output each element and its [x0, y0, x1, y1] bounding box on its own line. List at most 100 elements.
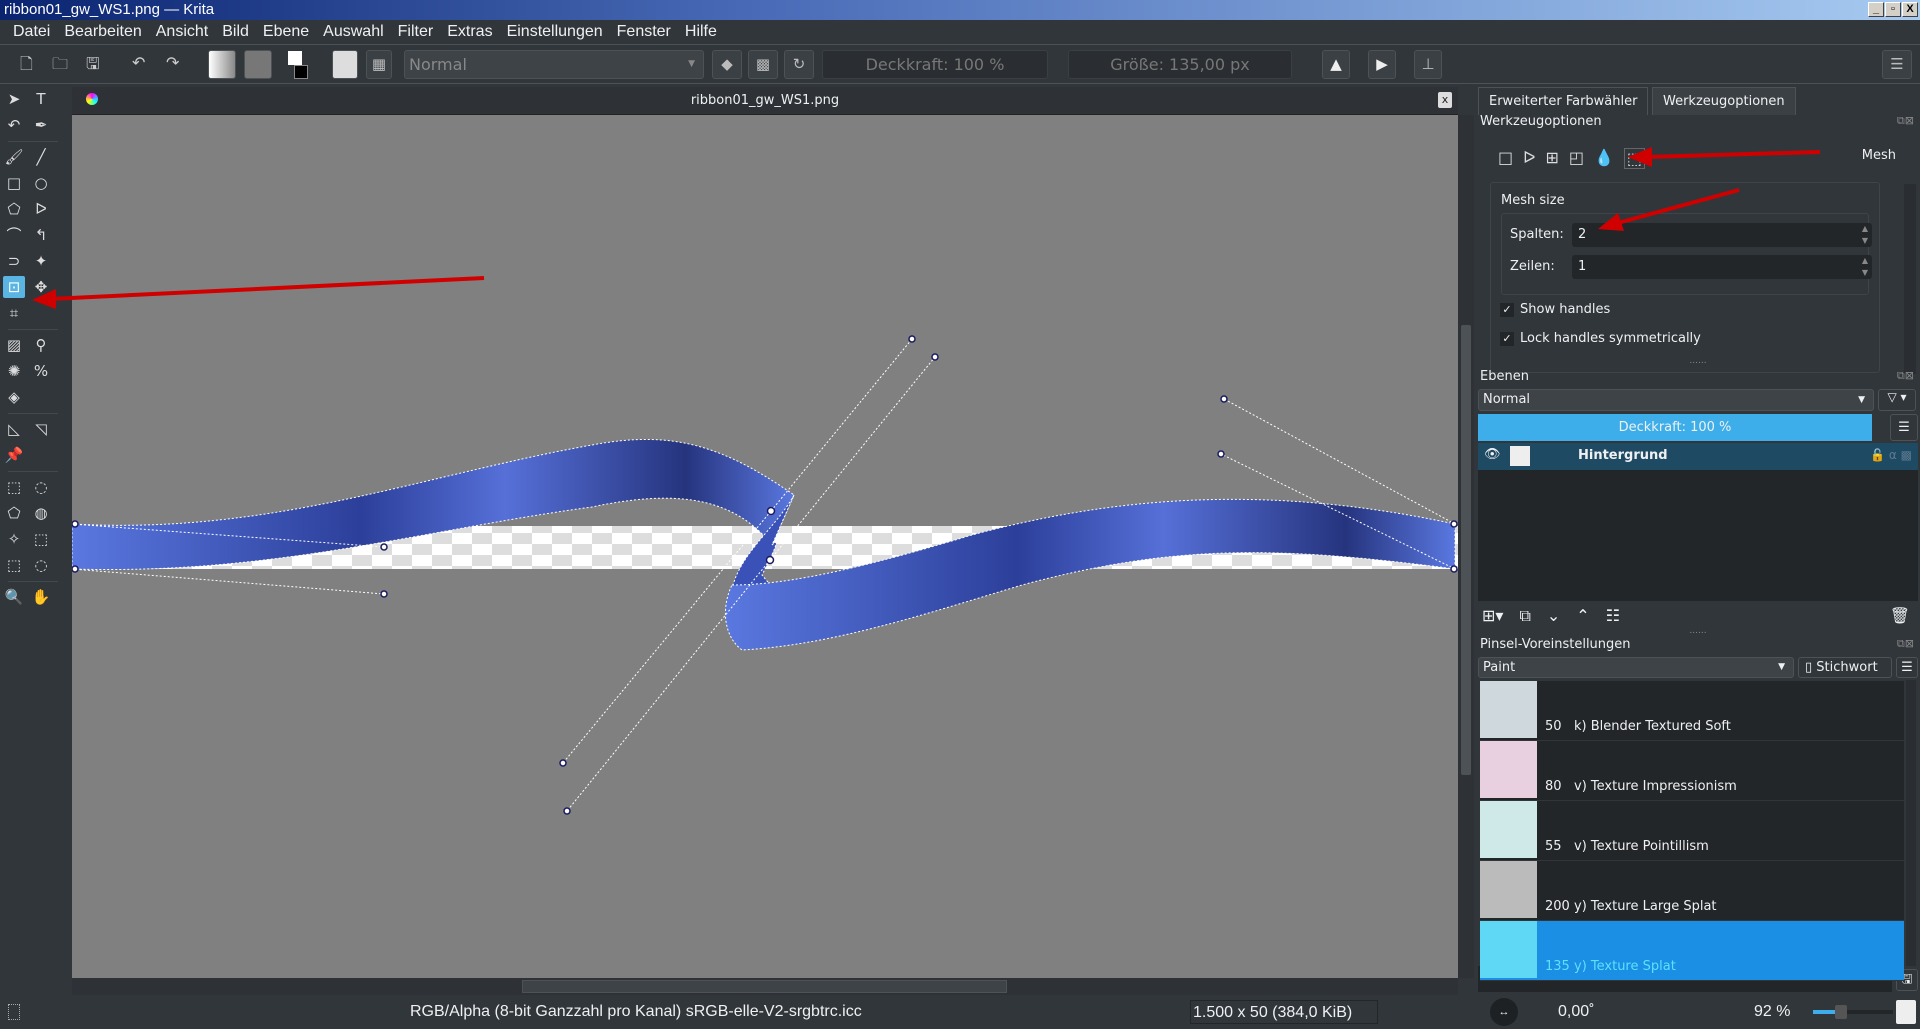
canvas-mode-button[interactable] — [1896, 1000, 1916, 1024]
menu-bearbeiten[interactable]: Bearbeiten — [57, 20, 148, 44]
preset-item[interactable]: 50 k) Blender Textured Soft — [1480, 681, 1904, 741]
edit-shapes-tool-icon[interactable]: ↶ — [3, 114, 25, 136]
size-slider[interactable]: Größe: 135,00 px — [1068, 50, 1292, 79]
minimize-button[interactable]: _ — [1868, 2, 1884, 17]
crop-tool-icon[interactable]: ⌗ — [3, 302, 25, 324]
layer-row-hintergrund[interactable]: 👁 Hintergrund 🔓 α ▩ — [1478, 443, 1918, 470]
select-shapes-tool-icon[interactable]: ➤ — [3, 88, 25, 110]
layer-settings-icon[interactable]: ☷ — [1606, 606, 1620, 626]
columns-spinbox[interactable]: 2 ▲ ▼ — [1572, 223, 1872, 247]
ellipse-tool-icon[interactable]: ○ — [30, 172, 52, 194]
menu-auswahl[interactable]: Auswahl — [316, 20, 390, 44]
preset-filter-select[interactable]: Paint ▼ — [1478, 657, 1794, 678]
text-tool-icon[interactable]: T — [30, 88, 52, 110]
mesh-transform-icon[interactable]: ⬚ — [1623, 148, 1646, 169]
rotation-dial[interactable]: ↔ — [1490, 998, 1518, 1026]
wraparound-button[interactable]: ⊥ — [1414, 50, 1442, 79]
redo-icon[interactable]: ↷ — [166, 53, 179, 72]
vertical-scrollbar[interactable] — [1458, 115, 1474, 978]
new-document-icon[interactable]: 🗋 — [20, 53, 33, 80]
color-picker-tool-icon[interactable]: ⚲ — [30, 334, 52, 356]
menu-einstellungen[interactable]: Einstellungen — [500, 20, 610, 44]
menu-fenster[interactable]: Fenster — [610, 20, 678, 44]
multibrush-tool-icon[interactable]: ✦ — [30, 250, 52, 272]
delete-layer-icon[interactable]: 🗑 — [1890, 606, 1910, 625]
tab-color-selector[interactable]: Erweiterter Farbwähler — [1478, 87, 1649, 115]
ellipse-select-tool-icon[interactable]: ◌ — [30, 476, 52, 498]
tool-options-scrollbar[interactable] — [1904, 184, 1916, 374]
gradient-selector[interactable] — [208, 50, 236, 79]
horizontal-scrollbar[interactable] — [72, 978, 1458, 995]
rows-spinbox[interactable]: 1 ▲ ▼ — [1572, 255, 1872, 279]
horizontal-scroll-thumb[interactable] — [522, 980, 1007, 993]
lock-handles-checkbox[interactable]: ✓ Lock handles symmetrically — [1500, 331, 1701, 346]
mirror-vertical-button[interactable]: ▶ — [1368, 50, 1396, 79]
image-size-info[interactable]: 1.500 x 50 (384,0 KiB) — [1190, 1000, 1378, 1024]
move-down-icon[interactable]: ⌄ — [1547, 606, 1560, 626]
preset-scrollbar[interactable] — [1906, 680, 1916, 966]
polyline-tool-icon[interactable]: ᐅ — [30, 198, 52, 220]
freehand-brush-tool-icon[interactable]: 🖌 — [3, 146, 25, 168]
document-tab[interactable]: ribbon01_gw_WS1.png x — [72, 87, 1458, 115]
maximize-button[interactable]: ▫ — [1885, 2, 1901, 17]
similar-select-tool-icon[interactable]: ⬚ — [30, 528, 52, 550]
zoom-tool-icon[interactable]: 🔍 — [3, 586, 25, 608]
layer-blend-select[interactable]: Normal ▼ — [1478, 389, 1874, 411]
move-tool-icon[interactable]: ✥ — [30, 276, 52, 298]
perspective-icon[interactable]: ᐅ — [1523, 148, 1535, 169]
contiguous-select-tool-icon[interactable]: ✧ — [3, 528, 25, 550]
tab-tool-options[interactable]: Werkzeugoptionen — [1652, 87, 1796, 115]
blend-mode-select[interactable]: Normal ▼ — [404, 50, 704, 79]
assistant-tool-tool-icon[interactable]: ◹ — [30, 418, 52, 440]
move-up-icon[interactable]: ⌃ — [1576, 606, 1589, 626]
fill-tool-icon[interactable]: ◈ — [3, 386, 25, 408]
reference-tool-icon[interactable]: 📌 — [3, 444, 25, 466]
gradient-tool-icon[interactable]: ▨ — [3, 334, 25, 356]
pattern-selector[interactable] — [244, 50, 272, 79]
selection-indicator-icon[interactable] — [8, 1004, 20, 1020]
free-transform-icon[interactable]: □ — [1498, 148, 1513, 169]
close-document-button[interactable]: x — [1438, 92, 1452, 108]
freehand-path-tool-icon[interactable]: ↰ — [30, 224, 52, 246]
bezier-select-tool-icon[interactable]: ⬚ — [3, 554, 25, 576]
open-document-icon[interactable]: 🗀 — [52, 53, 68, 80]
menu-extras[interactable]: Extras — [440, 20, 499, 44]
show-handles-checkbox[interactable]: ✓ Show handles — [1500, 302, 1610, 317]
measure-tool-icon[interactable]: ◺ — [3, 418, 25, 440]
background-color[interactable] — [294, 65, 308, 79]
tag-button[interactable]: ▯ Stichwort — [1798, 657, 1892, 678]
foreground-color[interactable] — [288, 51, 302, 65]
preserve-alpha-button[interactable]: ▩ — [748, 50, 778, 79]
zoom-slider[interactable] — [1813, 1005, 1893, 1019]
layer-properties-button[interactable]: ☰ — [1890, 414, 1918, 441]
preset-item[interactable]: 55 v) Texture Pointillism — [1480, 801, 1904, 861]
mesh-handles[interactable] — [72, 335, 1458, 815]
menu-ansicht[interactable]: Ansicht — [149, 20, 215, 44]
visibility-eye-icon[interactable]: 👁 — [1484, 447, 1501, 462]
preset-item[interactable]: 200 y) Texture Large Splat — [1480, 861, 1904, 921]
transform-tool-icon[interactable]: ⊡ — [3, 276, 25, 298]
opacity-slider[interactable]: Deckkraft: 100 % — [822, 50, 1048, 79]
menu-datei[interactable]: Datei — [6, 20, 57, 44]
mirror-horizontal-button[interactable]: ▲ — [1322, 50, 1350, 79]
freehand-select-tool-icon[interactable]: ◍ — [30, 502, 52, 524]
layer-filter-button[interactable]: ▽ ▾ — [1878, 389, 1916, 411]
menu-filter[interactable]: Filter — [391, 20, 441, 44]
preset-view-button[interactable]: ☰ — [1896, 657, 1918, 678]
warp-icon[interactable]: ⊞ — [1545, 148, 1558, 169]
rectangle-tool-icon[interactable]: □ — [3, 172, 25, 194]
vertical-scroll-thumb[interactable] — [1461, 325, 1471, 775]
cage-icon[interactable]: ◰ — [1569, 148, 1584, 169]
rect-select-tool-icon[interactable]: ⬚ — [3, 476, 25, 498]
dynamic-brush-tool-icon[interactable]: ⊃ — [3, 250, 25, 272]
line-tool-icon[interactable]: ╱ — [30, 146, 52, 168]
add-layer-icon[interactable]: ⊞▾ — [1482, 606, 1503, 626]
polygon-tool-icon[interactable]: ⬠ — [3, 198, 25, 220]
docker-menu-button[interactable]: ☰ — [1882, 50, 1912, 79]
menu-hilfe[interactable]: Hilfe — [678, 20, 724, 44]
canvas[interactable] — [72, 115, 1458, 978]
save-icon[interactable]: 🖫 — [86, 53, 100, 80]
preset-item[interactable]: 135 y) Texture Splat — [1480, 921, 1904, 981]
calligraphy-tool-icon[interactable]: ✒ — [30, 114, 52, 136]
menu-ebene[interactable]: Ebene — [256, 20, 316, 44]
